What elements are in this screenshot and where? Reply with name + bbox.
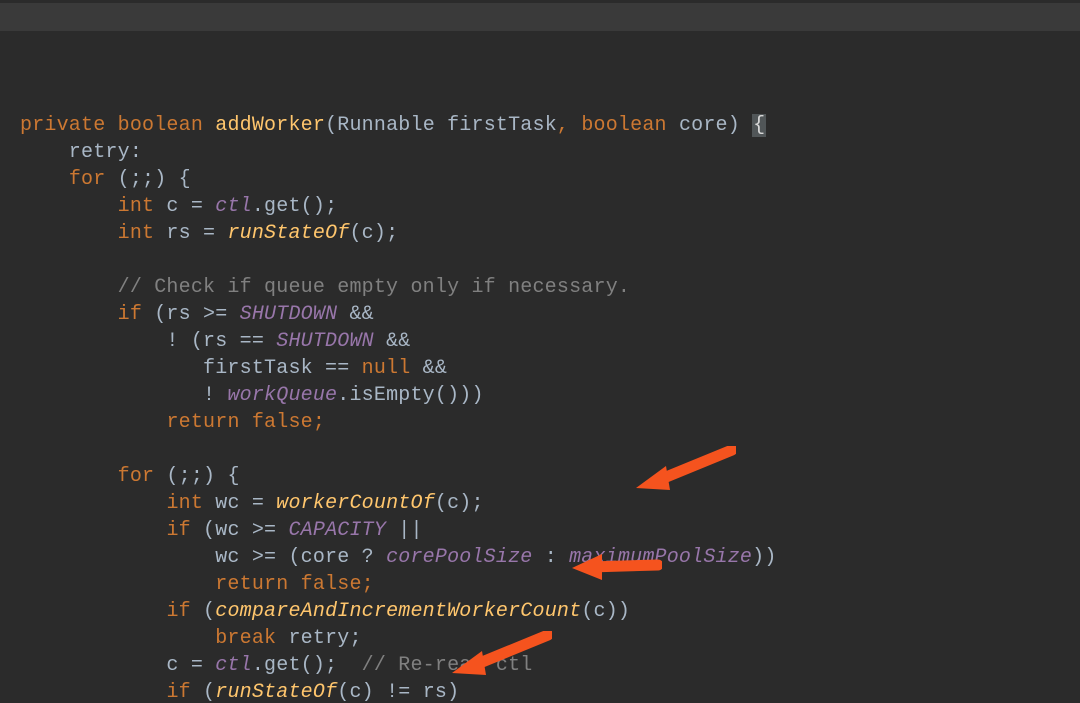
code-line: int rs = runStateOf(c); (20, 222, 398, 245)
annotation-arrow-3 (452, 577, 552, 703)
code-line: // Check if queue empty only if necessar… (20, 276, 630, 299)
code-line: for (;;) { (20, 168, 191, 191)
code-line: int c = ctl.get(); (20, 195, 337, 218)
annotation-arrow-2 (572, 498, 662, 636)
code-line: firstTask == null && (20, 357, 447, 380)
current-line-highlight (0, 3, 1080, 31)
code-editor: private boolean addWorker(Runnable first… (0, 0, 1080, 703)
code-line: if (wc >= CAPACITY || (20, 519, 423, 542)
code-line: ! (rs == SHUTDOWN && (20, 330, 410, 353)
code-line: retry: (20, 141, 142, 164)
caret-brace: { (752, 114, 766, 137)
code-line: break retry; (20, 627, 362, 650)
code-line: int wc = workerCountOf(c); (20, 492, 484, 515)
code-line: for (;;) { (20, 465, 240, 488)
code-line: return false; (20, 411, 325, 434)
code-line: private boolean addWorker(Runnable first… (20, 114, 766, 137)
code-line: wc >= (core ? corePoolSize : maximumPool… (20, 546, 777, 569)
code-line: ! workQueue.isEmpty())) (20, 384, 484, 407)
code-line: if (runStateOf(c) != rs) (20, 681, 459, 703)
code-line: if (rs >= SHUTDOWN && (20, 303, 374, 326)
code-line: return false; (20, 573, 374, 596)
